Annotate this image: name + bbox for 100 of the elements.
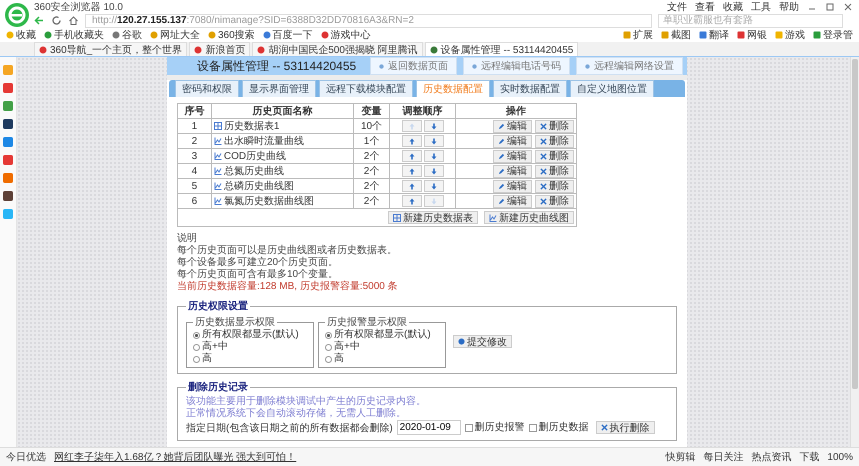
radio-button[interactable] [193, 356, 200, 362]
toolbar-button[interactable]: 扩展 [623, 28, 653, 42]
browser-tab[interactable]: 新浪首页 [189, 42, 250, 56]
checkbox[interactable] [528, 424, 537, 432]
edit-button[interactable]: 编辑 [493, 150, 532, 162]
arrow-up-icon [408, 138, 415, 144]
toolbar-button[interactable]: 截图 [661, 28, 691, 42]
new-page-button[interactable]: 新建历史曲线图 [484, 211, 574, 224]
page-tab[interactable]: 自定义地图位置 [570, 80, 654, 97]
edit-button[interactable]: 编辑 [493, 164, 532, 178]
radio-option[interactable]: 所有权限都显示(默认) [193, 329, 307, 341]
move-down-button[interactable] [424, 165, 444, 177]
status-item[interactable]: 快剪辑 [665, 450, 696, 464]
menu-item[interactable]: 文件 [667, 0, 687, 14]
tool-icon [737, 31, 745, 39]
status-label[interactable]: 今日优选 [6, 450, 46, 464]
page-tab[interactable]: 远程下载模块配置 [319, 80, 413, 97]
column-header: 历史页面名称 [211, 104, 354, 118]
menu-item[interactable]: 查看 [695, 0, 715, 14]
edit-button[interactable]: 编辑 [493, 194, 532, 208]
delete-button[interactable]: 删除 [535, 180, 574, 192]
note-text: 每个设备最多可建立20个历史页面。 [177, 257, 340, 268]
url-field[interactable]: http://120.27.155.137:7080/nimanage?SID=6388D32DD70816A3&RN=2 [85, 14, 652, 28]
new-page-button[interactable]: 新建历史数据表 [388, 211, 478, 224]
header-button[interactable]: 远程编辑网络设置 [576, 57, 684, 75]
delete-button[interactable]: 删除 [535, 194, 574, 208]
zoom-level[interactable]: 100% [827, 452, 853, 462]
browser-tab[interactable]: 360导航_一个主页，整个世界 [34, 42, 188, 56]
radio-button[interactable] [325, 344, 332, 350]
status-item[interactable]: 下载 [799, 450, 820, 464]
delete-button[interactable]: 删除 [535, 150, 574, 162]
edit-button[interactable]: 编辑 [493, 120, 532, 132]
bookmark-link[interactable]: 收藏 [6, 28, 36, 42]
submit-button[interactable]: 提交修改 [453, 335, 512, 348]
move-down-button[interactable] [424, 150, 444, 162]
toolbar-button[interactable]: 登录管 [813, 28, 853, 42]
table-cell: 1个 [354, 134, 390, 148]
group-legend: 历史报警显示权限 [325, 315, 409, 329]
menu-item[interactable]: 工具 [751, 0, 771, 14]
header-button[interactable]: 返回数据页面 [370, 57, 458, 75]
browser-tab[interactable]: 胡润中国民企500强揭晓 阿里腾讯 [252, 42, 423, 56]
menu-item[interactable]: 收藏 [723, 0, 743, 14]
move-down-button[interactable] [424, 135, 444, 147]
chart-icon [214, 197, 222, 205]
move-up-button[interactable] [402, 165, 422, 177]
bullet-icon [585, 64, 590, 68]
radio-button[interactable] [325, 332, 332, 338]
delete-button[interactable]: 删除 [535, 164, 574, 178]
radio-option[interactable]: 高 [193, 353, 307, 365]
move-up-button[interactable] [402, 135, 422, 147]
bookmark-link[interactable]: 谷歌 [112, 28, 142, 42]
bookmark-link[interactable]: 百度一下 [262, 28, 313, 42]
edit-button[interactable]: 编辑 [493, 180, 532, 192]
search-field[interactable]: 单职业霸服也有套路 [658, 14, 843, 28]
arrow-up-icon [408, 168, 415, 174]
reload-icon[interactable] [51, 15, 62, 26]
bookmark-link[interactable]: 游戏中心 [320, 28, 371, 42]
radio-option[interactable]: 高+中 [325, 341, 439, 353]
header-button[interactable]: 远程编辑电话号码 [463, 57, 570, 75]
home-icon[interactable] [68, 15, 79, 26]
radio-button[interactable] [193, 332, 200, 338]
date-field[interactable]: 2020-01-09 [396, 420, 461, 435]
bookmark-link[interactable]: 360搜索 [208, 28, 255, 42]
close-icon[interactable] [843, 2, 853, 12]
toolbar-button[interactable]: 游戏 [775, 28, 805, 42]
move-up-button[interactable] [402, 195, 422, 207]
checkbox[interactable] [464, 424, 473, 432]
browser-tab[interactable]: 设备属性管理 -- 53114420455 [424, 42, 578, 56]
radio-button[interactable] [325, 356, 332, 362]
table-cell: 6 [178, 194, 212, 208]
toolbar-button[interactable]: 翻译 [699, 28, 729, 42]
bookmark-link[interactable]: 手机收藏夹 [44, 28, 104, 42]
back-icon[interactable] [34, 15, 45, 26]
move-up-button[interactable] [402, 180, 422, 192]
arrow-down-icon [430, 198, 437, 204]
radio-option[interactable]: 高+中 [193, 341, 307, 353]
edit-button[interactable]: 编辑 [493, 134, 532, 148]
news-link[interactable]: 网红李子柒年入1.68亿？她背后团队曝光 强大到可怕！ [54, 450, 296, 464]
maximize-icon[interactable] [825, 2, 835, 12]
menu-item[interactable]: 帮助 [779, 0, 799, 14]
status-item[interactable]: 热点资讯 [751, 450, 792, 464]
radio-button[interactable] [193, 344, 200, 350]
checkbox-option[interactable]: 删历史报警 [464, 422, 525, 434]
radio-option[interactable]: 高 [325, 353, 439, 365]
bookmark-link[interactable]: 网址大全 [150, 28, 200, 42]
toolbar-button[interactable]: 网银 [737, 28, 767, 42]
delete-button[interactable]: 删除 [535, 120, 574, 132]
move-down-button[interactable] [424, 120, 444, 132]
move-up-button[interactable] [402, 150, 422, 162]
delete-button[interactable]: 删除 [535, 134, 574, 148]
page-tab[interactable]: 密码和权限 [175, 80, 239, 97]
status-item[interactable]: 每日关注 [703, 450, 744, 464]
pencil-icon [498, 122, 505, 130]
radio-option[interactable]: 所有权限都显示(默认) [325, 329, 439, 341]
move-down-button[interactable] [424, 180, 444, 192]
page-tab[interactable]: 显示界面管理 [242, 80, 316, 97]
page-tab[interactable]: 实时数据配置 [493, 80, 567, 97]
delete-run-button[interactable]: 执行删除 [596, 421, 655, 434]
capacity-text: 当前历史数据容量:128 MB, 历史报警容量:5000 条 [177, 281, 399, 293]
checkbox-option[interactable]: 删历史数据 [528, 422, 589, 434]
